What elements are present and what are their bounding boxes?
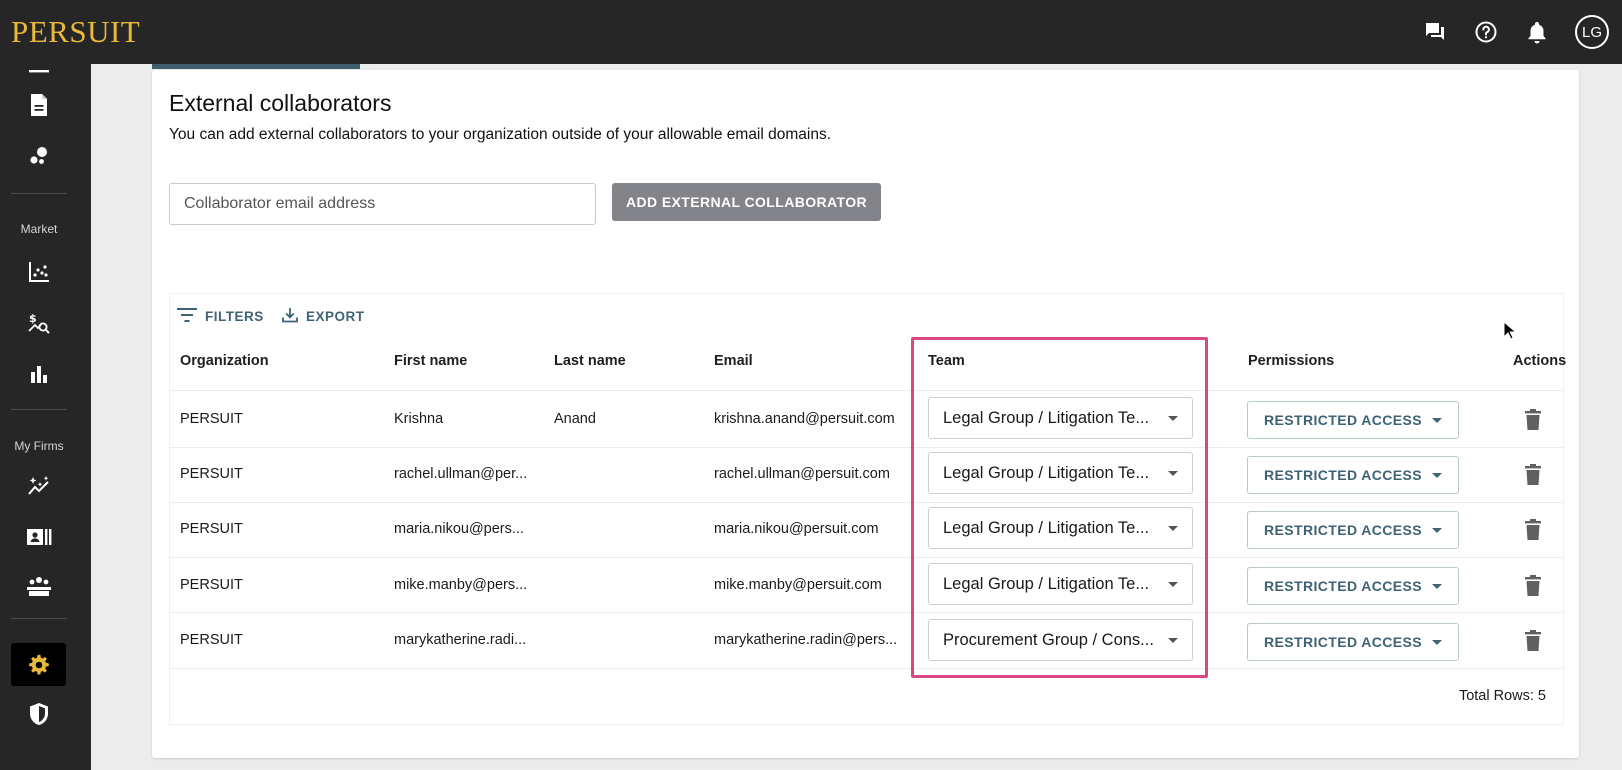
row-divider <box>169 557 1564 558</box>
cell-organization: PERSUIT <box>180 632 243 648</box>
section-label-market: Market <box>20 222 58 236</box>
top-bar: PERSUIT LG <box>0 0 1622 64</box>
row-divider <box>169 447 1564 448</box>
permissions-dropdown-button[interactable]: RESTRICTED ACCESS <box>1247 511 1459 549</box>
row-divider <box>169 668 1564 669</box>
document-icon[interactable] <box>25 91 53 119</box>
sidebar-divider <box>11 618 67 619</box>
chevron-down-icon <box>1432 527 1442 533</box>
delete-trash-icon[interactable] <box>1524 519 1542 541</box>
delete-trash-icon[interactable] <box>1524 630 1542 652</box>
notifications-icon[interactable] <box>1523 18 1551 46</box>
price-search-icon[interactable]: $ <box>25 309 53 337</box>
cell-first-name: maria.nikou@pers... <box>394 521 524 537</box>
column-header-actions: Actions <box>1513 353 1567 369</box>
permissions-dropdown-button[interactable]: RESTRICTED ACCESS <box>1247 567 1459 605</box>
export-button[interactable]: EXPORT <box>282 305 365 327</box>
permissions-dropdown-button[interactable]: RESTRICTED ACCESS <box>1247 456 1459 494</box>
trending-sparkle-icon[interactable] <box>25 472 53 500</box>
column-header-email[interactable]: Email <box>714 353 753 369</box>
cell-email: rachel.ullman@persuit.com <box>714 466 890 482</box>
section-label-my-firms: My Firms <box>14 439 64 453</box>
chevron-down-icon <box>1432 583 1442 589</box>
column-header-first-name[interactable]: First name <box>394 353 467 369</box>
delete-trash-icon[interactable] <box>1524 464 1542 486</box>
settings-icon[interactable] <box>25 651 53 679</box>
filters-label: FILTERS <box>205 308 264 324</box>
scatter-chart-icon[interactable] <box>25 258 53 286</box>
permissions-label: RESTRICTED ACCESS <box>1264 634 1422 650</box>
sidebar-divider <box>11 409 67 410</box>
filters-button[interactable]: FILTERS <box>177 305 264 327</box>
help-icon[interactable] <box>1472 18 1500 46</box>
cell-organization: PERSUIT <box>180 577 243 593</box>
chevron-down-icon <box>1432 417 1442 423</box>
delete-trash-icon[interactable] <box>1524 409 1542 431</box>
active-tab-indicator <box>152 64 360 69</box>
contact-card-icon[interactable] <box>25 523 53 551</box>
collaborator-email-input[interactable] <box>169 183 596 225</box>
team-column-highlight <box>911 337 1208 678</box>
svg-text:$: $ <box>29 312 37 325</box>
chat-icon[interactable] <box>1421 18 1449 46</box>
download-icon <box>282 307 298 326</box>
row-divider <box>169 390 1564 391</box>
add-external-collaborator-button[interactable]: ADD EXTERNAL COLLABORATOR <box>612 183 881 221</box>
column-header-permissions[interactable]: Permissions <box>1248 353 1334 369</box>
bubbles-icon[interactable] <box>25 142 53 170</box>
user-avatar[interactable]: LG <box>1575 15 1609 49</box>
cell-first-name: Krishna <box>394 411 444 427</box>
permissions-dropdown-button[interactable]: RESTRICTED ACCESS <box>1247 623 1459 661</box>
cell-first-name: mike.manby@pers... <box>394 577 528 593</box>
permissions-dropdown-button[interactable]: RESTRICTED ACCESS <box>1247 401 1459 439</box>
cell-email: marykatherine.radin@pers... <box>714 632 898 648</box>
cell-email: mike.manby@persuit.com <box>714 577 882 593</box>
cell-organization: PERSUIT <box>180 411 243 427</box>
total-rows-count: Total Rows: 5 <box>1458 688 1546 704</box>
permissions-label: RESTRICTED ACCESS <box>1264 578 1422 594</box>
export-label: EXPORT <box>306 308 365 324</box>
menu-icon[interactable] <box>25 58 53 86</box>
permissions-label: RESTRICTED ACCESS <box>1264 412 1422 428</box>
column-header-last-name[interactable]: Last name <box>554 353 626 369</box>
row-divider <box>169 502 1564 503</box>
chevron-down-icon <box>1432 639 1442 645</box>
row-divider <box>169 612 1564 613</box>
page-subtitle: You can add external collaborators to yo… <box>169 126 832 143</box>
cell-email: maria.nikou@persuit.com <box>714 521 879 537</box>
persuit-logo[interactable]: PERSUIT <box>11 14 140 50</box>
cell-first-name: marykatherine.radi... <box>394 632 527 648</box>
delete-trash-icon[interactable] <box>1524 575 1542 597</box>
page-title: External collaborators <box>169 90 392 116</box>
filter-icon <box>177 307 197 325</box>
column-header-organization[interactable]: Organization <box>180 353 269 369</box>
team-icon[interactable] <box>25 573 53 601</box>
bar-chart-icon[interactable] <box>25 360 53 388</box>
chevron-down-icon <box>1432 472 1442 478</box>
security-shield-icon[interactable] <box>25 700 53 728</box>
cell-organization: PERSUIT <box>180 521 243 537</box>
cell-last-name: Anand <box>554 411 596 427</box>
cell-first-name: rachel.ullman@per... <box>394 466 528 482</box>
sidebar: Market $ My Firms <box>0 64 91 770</box>
sidebar-divider <box>11 193 67 194</box>
cell-email: krishna.anand@persuit.com <box>714 411 895 427</box>
permissions-label: RESTRICTED ACCESS <box>1264 522 1422 538</box>
permissions-label: RESTRICTED ACCESS <box>1264 467 1422 483</box>
cell-organization: PERSUIT <box>180 466 243 482</box>
mouse-cursor-icon <box>1503 321 1517 340</box>
